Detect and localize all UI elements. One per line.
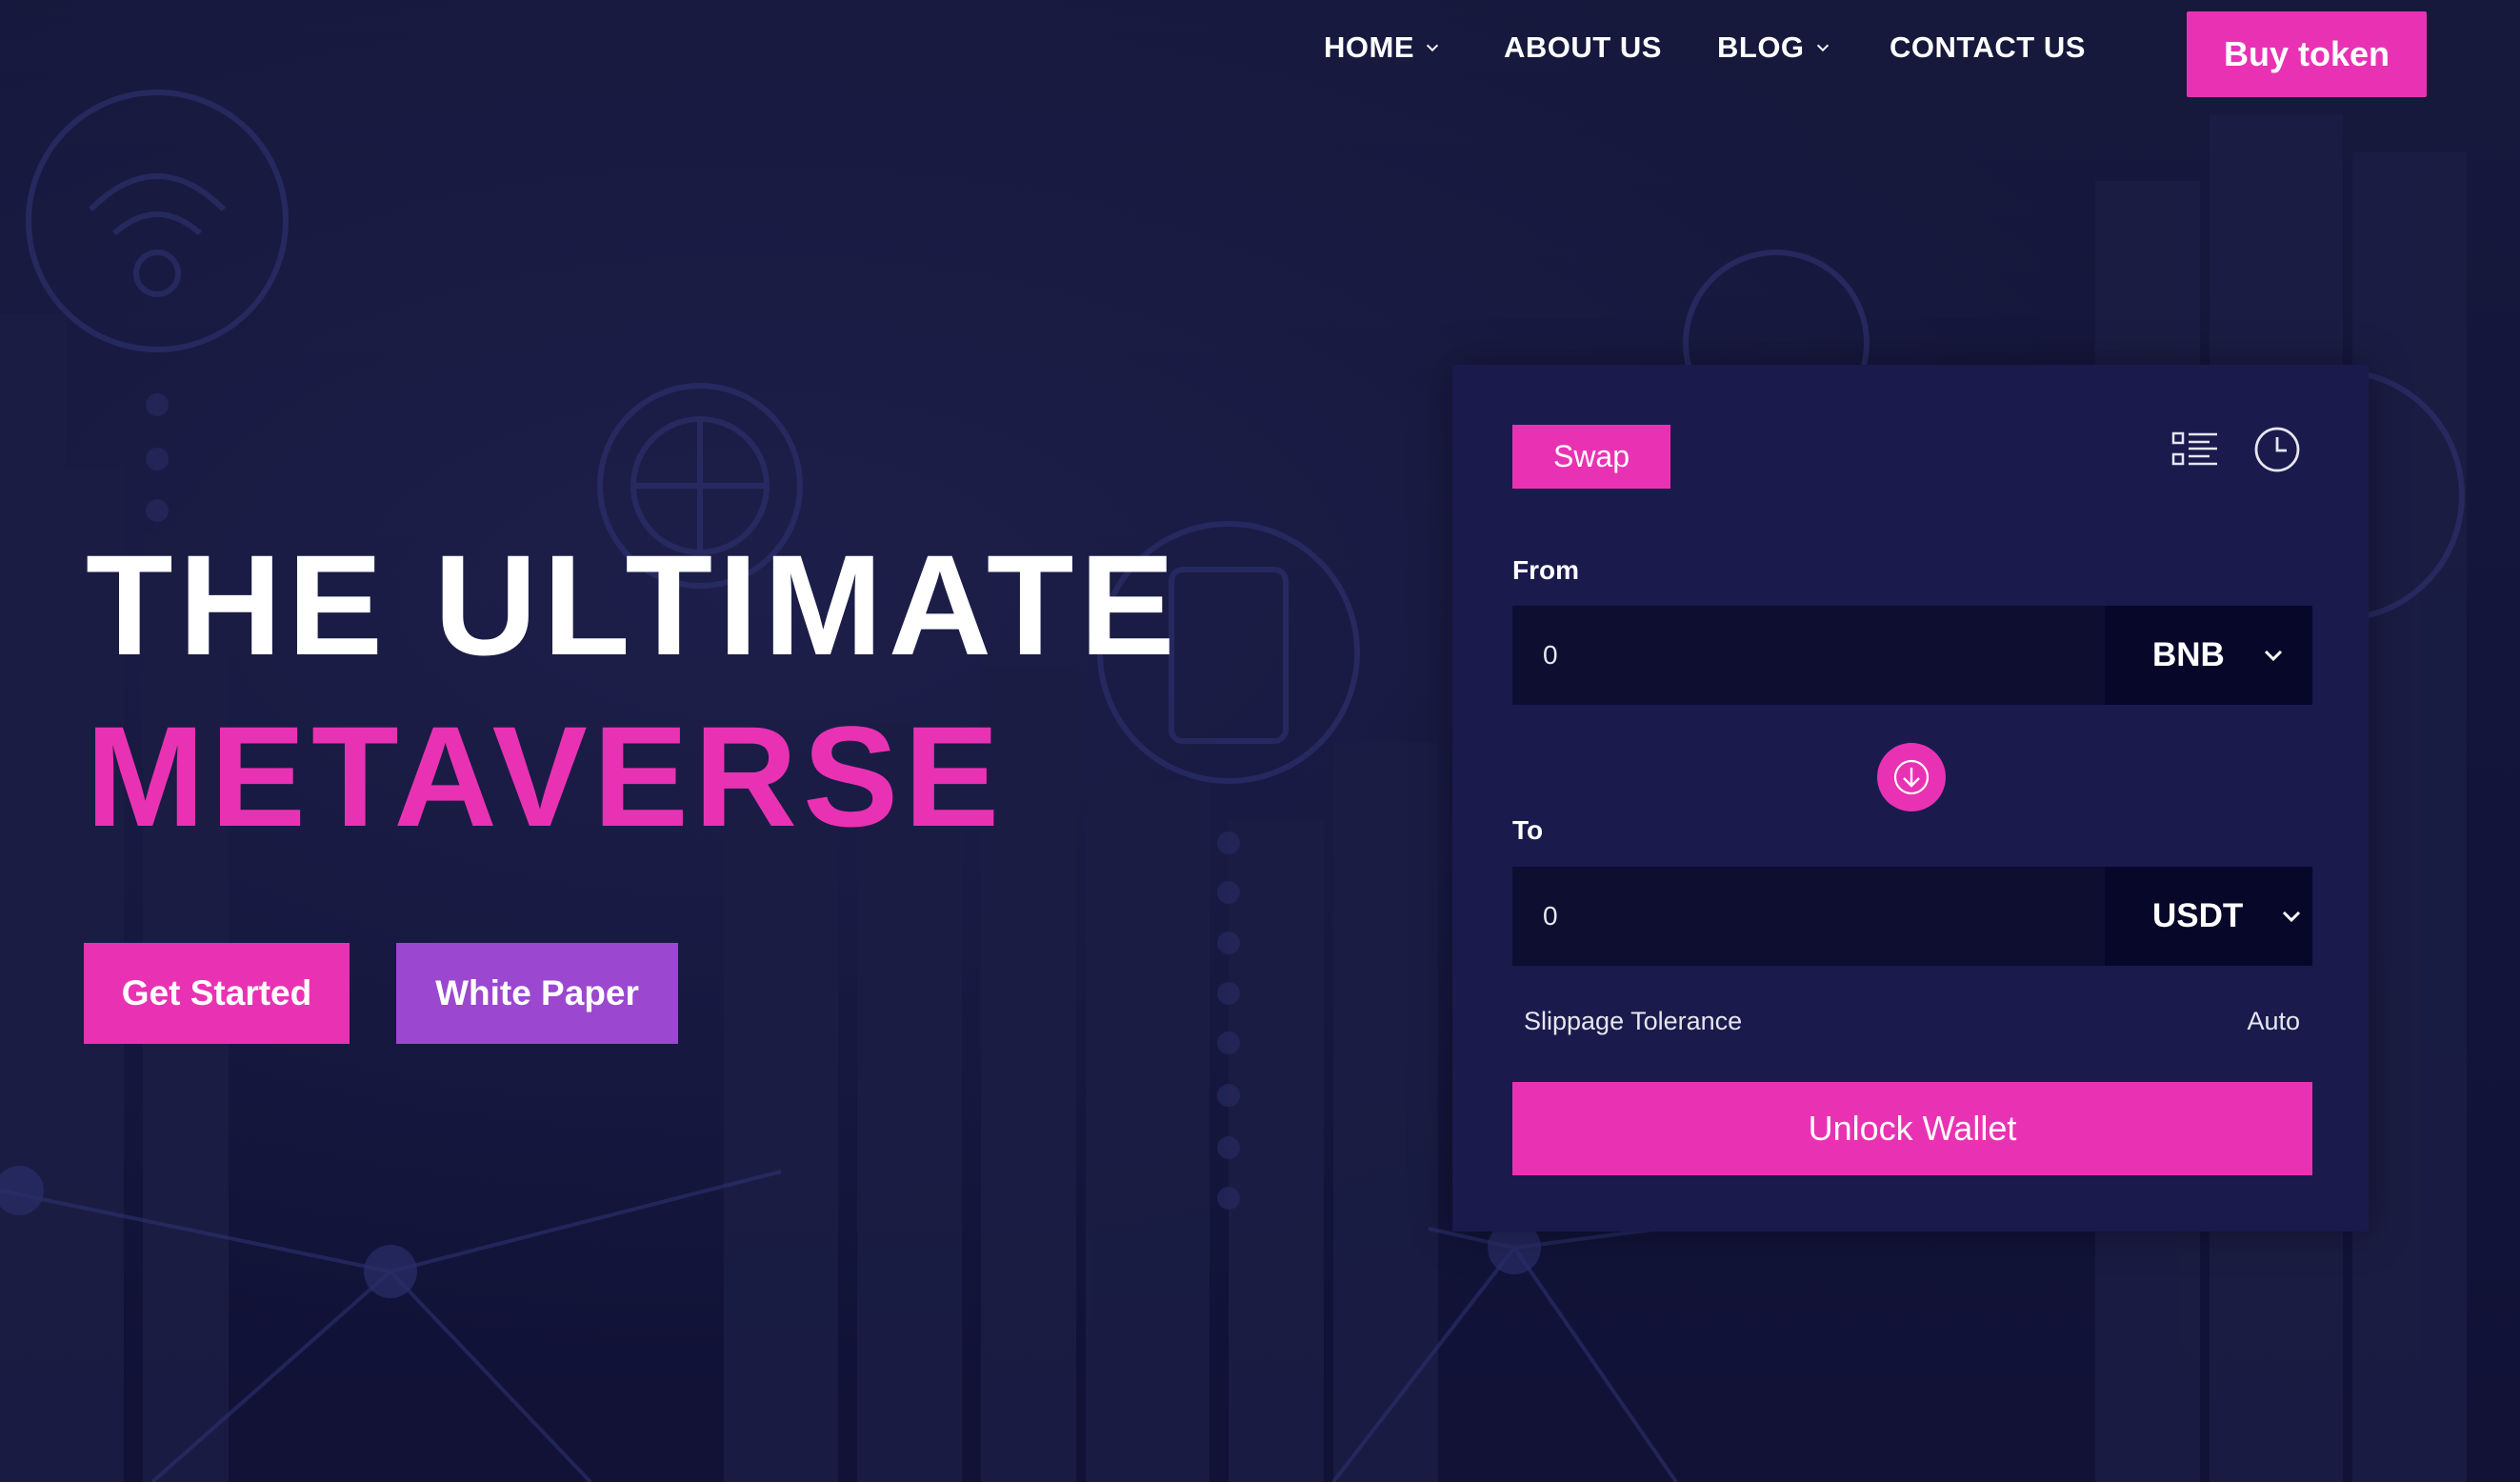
- swap-direction-button[interactable]: [1877, 743, 1946, 811]
- nav-blog-label: BLOG: [1717, 30, 1805, 64]
- hero-title-line1: THE ULTIMATE: [86, 525, 1181, 685]
- get-started-button[interactable]: Get Started: [84, 943, 350, 1044]
- top-navigation: HOME ABOUT US BLOG CONTACT US Buy token: [0, 0, 2520, 105]
- nav-about-us[interactable]: ABOUT US: [1504, 30, 1662, 65]
- clock-history-icon[interactable]: [2252, 425, 2302, 474]
- nav-blog[interactable]: BLOG: [1717, 30, 1831, 65]
- to-amount-input[interactable]: [1512, 867, 2105, 966]
- list-settings-icon[interactable]: [2171, 430, 2219, 470]
- from-field: BNB: [1512, 606, 2312, 705]
- from-token-select[interactable]: BNB: [2105, 606, 2312, 705]
- chevron-down-icon: [1816, 44, 1829, 52]
- to-token-select[interactable]: USDT: [2105, 867, 2312, 966]
- chevron-down-icon: [2264, 650, 2282, 662]
- unlock-wallet-button[interactable]: Unlock Wallet: [1512, 1082, 2312, 1175]
- white-paper-button[interactable]: White Paper: [396, 943, 678, 1044]
- swap-tab[interactable]: Swap: [1512, 425, 1670, 489]
- nav-home-label: HOME: [1324, 30, 1414, 64]
- nav-home[interactable]: HOME: [1324, 30, 1441, 65]
- nav-about-label: ABOUT US: [1504, 30, 1662, 64]
- nav-contact-label: CONTACT US: [1890, 30, 2086, 64]
- slippage-tolerance-label: Slippage Tolerance: [1524, 1007, 1743, 1035]
- chevron-down-icon: [2283, 911, 2301, 923]
- chevron-down-icon: [1426, 44, 1439, 52]
- from-amount-input[interactable]: [1512, 606, 2105, 705]
- swap-card: Swap From BNB To USDT: [1452, 365, 2369, 1232]
- buy-token-button[interactable]: Buy token: [2187, 11, 2427, 97]
- from-token-label: BNB: [2152, 636, 2225, 673]
- nav-contact-us[interactable]: CONTACT US: [1890, 30, 2086, 65]
- from-label: From: [1512, 555, 1579, 585]
- to-field: USDT: [1512, 867, 2312, 966]
- to-token-label: USDT: [2152, 897, 2244, 934]
- to-label: To: [1512, 815, 1544, 845]
- arrow-down-icon: [1893, 759, 1930, 795]
- hero-title-line2: METAVERSE: [86, 696, 1006, 856]
- slippage-tolerance-value[interactable]: Auto: [2247, 1007, 2300, 1036]
